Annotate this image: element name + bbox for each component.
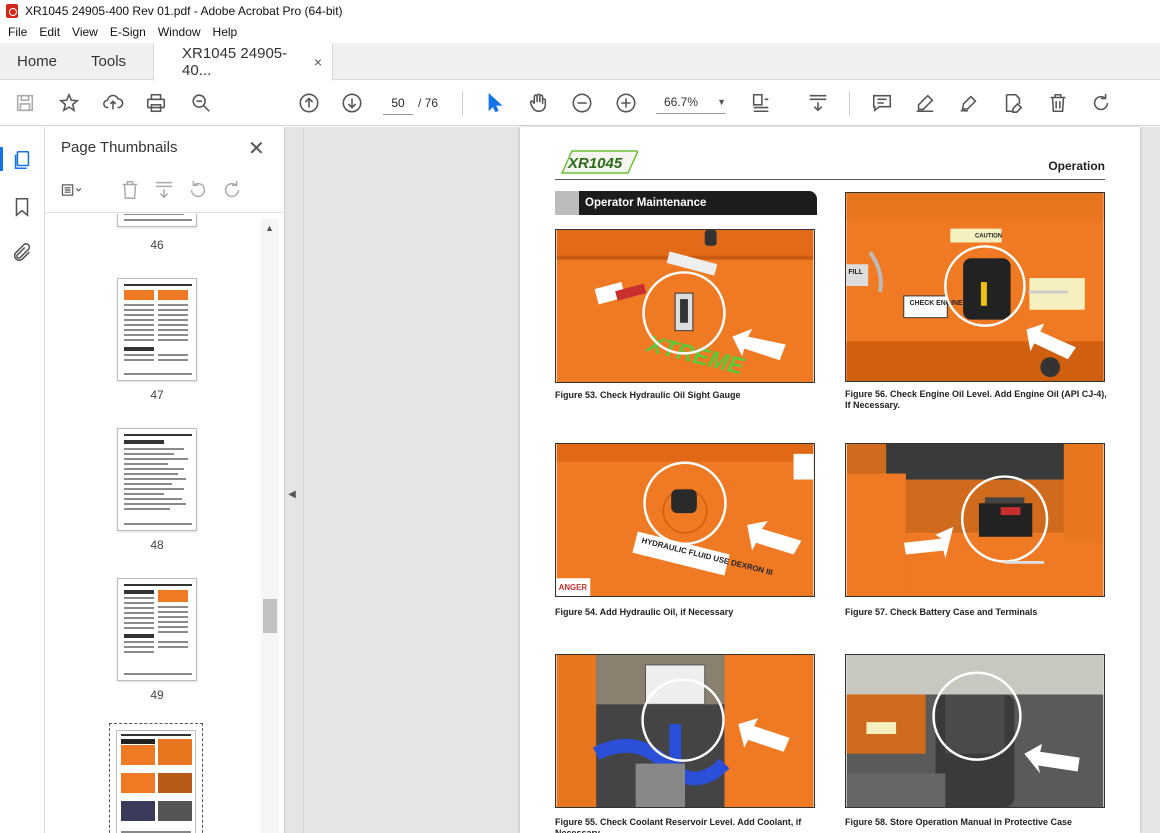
section-banner: Operator Maintenance <box>555 191 817 215</box>
menu-view[interactable]: View <box>66 25 104 39</box>
sign-icon[interactable] <box>956 90 982 116</box>
thumbnail-label: 47 <box>150 388 164 402</box>
page-number-input[interactable] <box>383 91 413 115</box>
zoom-value: 66.7% <box>664 94 699 109</box>
menu-edit[interactable]: Edit <box>33 25 66 39</box>
thumbnail-page[interactable] <box>117 578 197 681</box>
menu-esign[interactable]: E-Sign <box>104 25 152 39</box>
print-icon[interactable] <box>143 90 169 116</box>
thumbnail-page[interactable] <box>117 278 197 381</box>
zoom-in-icon[interactable] <box>613 90 639 116</box>
zoom-out-icon[interactable] <box>569 90 595 116</box>
close-icon[interactable]: ✕ <box>248 136 265 161</box>
danger-label-text: ANGER <box>559 583 588 592</box>
menu-window[interactable]: Window <box>152 25 207 39</box>
window-title: XR1045 24905-400 Rev 01.pdf - Adobe Acro… <box>25 4 343 18</box>
figure-55-photo <box>555 654 815 808</box>
chevron-down-icon: ▼ <box>717 96 726 107</box>
figure-56-photo: FILL CAUTION CHECK ENGINE OIL <box>845 192 1105 382</box>
page-up-icon[interactable] <box>296 90 322 116</box>
active-indicator <box>0 147 3 171</box>
highlight-pen-icon[interactable] <box>912 90 938 116</box>
share-upload-icon[interactable] <box>100 90 126 116</box>
page-display-icon[interactable] <box>748 90 774 116</box>
select-cursor-icon[interactable] <box>481 90 507 116</box>
title-bar: XR1045 24905-400 Rev 01.pdf - Adobe Acro… <box>0 0 1160 22</box>
thumbnail-selected[interactable] <box>109 723 203 833</box>
figure-54-photo: HYDRAULIC FLUID USE DEXRON III ANGER <box>555 443 815 597</box>
tab-bar: Home Tools XR1045 24905-40... × <box>0 43 1160 81</box>
scroll-mode-icon[interactable] <box>805 90 831 116</box>
extract-page-icon[interactable] <box>153 179 177 203</box>
scroll-up-icon[interactable]: ▲ <box>265 223 274 233</box>
bookmark-star-icon[interactable] <box>56 90 82 116</box>
scrollbar-thumb[interactable] <box>263 599 277 633</box>
thumbnails-panel: Page Thumbnails ✕ 46 47 48 49 ▲ <box>45 127 285 833</box>
attachment-icon[interactable] <box>11 242 33 264</box>
xr1045-logo: XR1045 <box>558 149 640 175</box>
figure-57-caption: Figure 57. Check Battery Case and Termin… <box>845 607 1038 617</box>
panel-title: Page Thumbnails <box>61 139 178 156</box>
menu-bar: File Edit View E-Sign Window Help <box>0 22 1160 42</box>
rotate-right-icon[interactable] <box>221 179 245 203</box>
acrobat-icon <box>6 4 18 18</box>
comment-icon[interactable] <box>869 90 895 116</box>
page-down-icon[interactable] <box>339 90 365 116</box>
figure-53-photo: XTREME <box>555 229 815 383</box>
thumbnail-list: 46 47 48 49 <box>45 214 261 833</box>
panel-toolbar <box>45 177 285 213</box>
edit-pdf-icon[interactable] <box>1000 90 1026 116</box>
page-total: / 76 <box>418 96 439 110</box>
figure-58-caption: Figure 58. Store Operation Manual in Pro… <box>845 817 1073 827</box>
thumbnail-label: 49 <box>150 688 164 702</box>
toolbar <box>0 81 1160 126</box>
pdf-page: XR1045 Operation Operator Maintenance XT… <box>520 127 1140 833</box>
caution-label-text: CAUTION <box>975 234 1002 240</box>
fill-label-text: FILL <box>848 269 863 276</box>
zoom-select[interactable]: 66.7% ▼ <box>656 90 726 114</box>
thumbnail-page[interactable] <box>117 214 197 227</box>
collapse-panel-icon[interactable]: ◀ <box>286 486 298 502</box>
thumbnail-scrollbar[interactable]: ▲ <box>261 219 279 833</box>
figure-56-caption: Figure 56. Check Engine Oil Level. Add E… <box>845 389 1107 410</box>
page-thumbnails-icon[interactable] <box>11 149 33 171</box>
thumbnail-label: 46 <box>150 238 164 252</box>
figure-57-photo <box>845 443 1105 597</box>
rotate-left-icon[interactable] <box>187 179 211 203</box>
figure-54-caption: Figure 54. Add Hydraulic Oil, if Necessa… <box>555 607 734 617</box>
hand-tool-icon[interactable] <box>525 90 551 116</box>
save-icon[interactable] <box>12 90 38 116</box>
section-heading: Operation <box>1048 159 1105 173</box>
tab-document[interactable]: XR1045 24905-40... × <box>153 43 334 81</box>
menu-file[interactable]: File <box>2 25 33 39</box>
find-zoom-icon[interactable] <box>188 90 214 116</box>
tab-document-label: XR1045 24905-40... <box>182 45 288 79</box>
figure-55-caption: Figure 55. Check Coolant Reservoir Level… <box>555 817 802 833</box>
figure-53-caption: Figure 53. Check Hydraulic Oil Sight Gau… <box>555 390 741 400</box>
menu-help[interactable]: Help <box>207 25 244 39</box>
figure-58-photo <box>845 654 1105 808</box>
tab-tools[interactable]: Tools <box>74 43 143 80</box>
delete-icon[interactable] <box>1045 90 1071 116</box>
banner-text: Operator Maintenance <box>585 197 707 209</box>
delete-page-icon[interactable] <box>119 179 143 203</box>
tab-home[interactable]: Home <box>0 43 74 80</box>
rotate-icon[interactable] <box>1088 90 1114 116</box>
thumbnail-options-icon[interactable] <box>61 179 85 203</box>
svg-text:XR1045: XR1045 <box>567 155 623 172</box>
bookmark-icon[interactable] <box>11 196 33 218</box>
tab-close-icon[interactable]: × <box>314 54 322 70</box>
thumbnail-label: 48 <box>150 538 164 552</box>
left-rail <box>0 127 45 833</box>
thumbnail-page[interactable] <box>117 428 197 531</box>
